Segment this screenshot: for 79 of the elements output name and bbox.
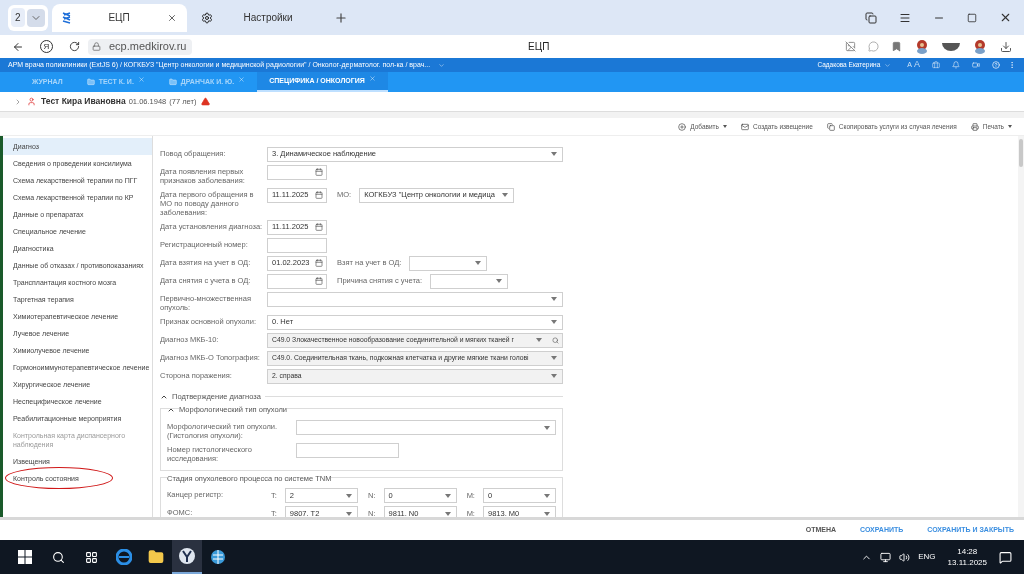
video-icon[interactable] (972, 61, 980, 69)
folder-icon[interactable] (148, 549, 164, 565)
caret-icon[interactable] (884, 61, 892, 69)
add-icon (678, 122, 687, 131)
extension-icon[interactable] (914, 38, 930, 55)
calendar-icon (315, 168, 323, 176)
new-tab-icon[interactable] (333, 10, 348, 25)
yandex-browser-icon[interactable] (178, 547, 196, 565)
caret-icon (551, 297, 557, 301)
more-icon[interactable] (1008, 61, 1016, 69)
bell-icon[interactable] (952, 61, 960, 69)
settings-icon (200, 11, 213, 24)
download-icon[interactable] (1000, 40, 1012, 53)
dropdown-field[interactable] (409, 255, 488, 271)
expand-icon[interactable] (14, 97, 22, 106)
calendar-icon (315, 223, 323, 231)
address-field[interactable]: ecp.medkirov.ru (88, 38, 193, 55)
caret-icon (444, 493, 451, 498)
task-view-icon[interactable] (85, 550, 98, 564)
scrollbar[interactable] (1018, 136, 1024, 517)
patient-name: Тест Кира Ивановна (41, 95, 126, 108)
calendar-icon (315, 191, 323, 199)
clock-date[interactable]: 13.11.2025 (947, 557, 987, 568)
maximize-icon[interactable] (967, 12, 977, 23)
caret-icon (544, 493, 550, 498)
close-icon[interactable] (999, 11, 1012, 24)
calendar-icon (315, 277, 323, 285)
tab-count[interactable]: 2 (11, 8, 25, 27)
page-title: ЕЦП (527, 40, 551, 54)
browser-icon[interactable] (116, 549, 132, 565)
printer-icon (970, 122, 979, 131)
network-icon[interactable] (880, 551, 892, 563)
menu-icon[interactable] (899, 11, 911, 24)
browser-tab[interactable]: ЕЦП (51, 3, 187, 32)
caret-icon (1008, 125, 1012, 128)
tabs-icon[interactable] (865, 11, 877, 24)
windows-logo-icon[interactable] (18, 550, 32, 564)
site-icon (61, 11, 72, 24)
dropdown-field[interactable] (296, 420, 556, 435)
caret-icon (475, 261, 482, 265)
extension-icon[interactable] (942, 42, 960, 51)
browser-tab[interactable]: Настройки (190, 3, 326, 32)
speaker-icon[interactable] (899, 551, 911, 563)
caret-icon (536, 338, 542, 342)
briefcase-icon[interactable] (932, 61, 940, 69)
clock-time[interactable]: 14:28 (957, 546, 978, 557)
caret-icon[interactable] (438, 61, 446, 69)
caret-icon (346, 493, 353, 498)
notification-icon[interactable] (999, 550, 1012, 564)
close-icon[interactable] (166, 12, 177, 23)
input-field[interactable] (267, 237, 327, 253)
lock-icon (92, 42, 101, 51)
dropdown-field[interactable] (430, 273, 508, 289)
search-icon[interactable] (52, 550, 65, 564)
date-field[interactable] (267, 164, 327, 180)
chat-icon[interactable] (868, 41, 879, 52)
caret-icon (544, 425, 550, 430)
person-icon (27, 97, 36, 106)
caret-icon (496, 279, 502, 283)
language-indicator[interactable]: ENG (918, 551, 936, 563)
bookmark-icon[interactable] (891, 41, 902, 52)
reload-icon[interactable] (69, 41, 80, 52)
caret-icon (551, 374, 557, 378)
tab-list-icon[interactable] (26, 8, 45, 27)
calendar-icon (315, 259, 323, 267)
caret-icon (551, 320, 557, 324)
help-icon[interactable] (992, 61, 1000, 69)
caret-icon (551, 356, 557, 360)
extension-icon[interactable] (972, 38, 988, 55)
caret-icon (502, 193, 509, 197)
globe-icon[interactable] (210, 549, 226, 565)
date-field[interactable] (267, 273, 327, 289)
input-field[interactable] (296, 443, 399, 458)
caret-icon (551, 152, 557, 156)
copy-icon (826, 122, 835, 131)
back-icon[interactable] (12, 40, 24, 53)
caret-icon (722, 125, 727, 128)
dropdown-field[interactable] (267, 291, 563, 307)
no-image-icon[interactable] (845, 41, 856, 52)
